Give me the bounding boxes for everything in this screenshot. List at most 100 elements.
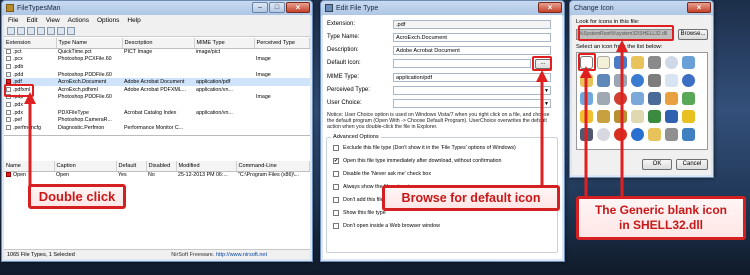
table-row[interactable]: .pcx Photoshop.PCXFile.60 Image	[4, 56, 310, 64]
description-row: Description: Adobe Acrobat Document	[327, 46, 558, 55]
file-icon	[6, 109, 11, 115]
menu-edit[interactable]: Edit	[26, 17, 37, 24]
cell-mime: application/vn...	[196, 86, 233, 93]
table-row[interactable]: .pdd Photoshop.PDDFile.60 Image	[4, 71, 310, 79]
edit-dialog-title: Edit File Type	[336, 4, 379, 12]
change-icon-close-button[interactable]: ×	[687, 2, 711, 13]
checkbox[interactable]	[333, 184, 339, 190]
find-icon[interactable]	[67, 27, 75, 35]
status-credit: NirSoft Freeware. http://www.nirsoft.net	[171, 252, 267, 258]
col-description[interactable]: Description	[122, 38, 195, 49]
cell-type: QuickTime.pct	[58, 49, 92, 56]
mime-label: MIME Type:	[327, 74, 359, 80]
col-mime-type[interactable]: MIME Type	[194, 38, 255, 49]
extension-field[interactable]: .pdf	[393, 20, 551, 29]
picture-icon[interactable]	[682, 92, 695, 105]
cell-ext: .pct	[13, 49, 22, 56]
col-extension[interactable]: Extension	[4, 38, 57, 49]
pdf-file-icon	[6, 172, 11, 178]
cell-type	[56, 63, 122, 71]
cell-mime	[194, 116, 254, 124]
chart-icon[interactable]	[682, 128, 695, 141]
option-open-after-download[interactable]: ✔ Open this file type immediately after d…	[333, 158, 501, 164]
maximize-button[interactable]: □	[269, 2, 285, 13]
col-perceived-type[interactable]: Perceived Type	[254, 38, 310, 49]
description-field[interactable]: Adobe Acrobat Document	[393, 46, 551, 55]
cell-desc	[122, 101, 194, 109]
checkbox-checked[interactable]: ✔	[333, 158, 339, 164]
table-row[interactable]: .pct QuickTime.pct PICT Image image/pict	[4, 48, 310, 56]
warning-icon[interactable]	[682, 110, 695, 123]
main-window-title: FileTypesMan	[17, 4, 61, 12]
action-cmd: "C:\Program Files (x86)\...	[238, 172, 300, 179]
type-name-field[interactable]: AcroExch.Document	[393, 33, 551, 42]
perceived-label: Perceived Type:	[327, 87, 370, 93]
menu-options[interactable]: Options	[97, 17, 119, 24]
status-bar: 1065 File Types, 1 Selected NirSoft Free…	[4, 249, 310, 259]
cell-perceived	[254, 86, 310, 94]
checkbox[interactable]	[333, 197, 339, 203]
browse-arrow	[536, 70, 548, 188]
refresh-icon[interactable]	[57, 27, 65, 35]
generic-callout-line2: in SHELL32.dll	[618, 218, 703, 232]
cell-desc: Performance Monitor C...	[124, 124, 184, 131]
col-type-name[interactable]: Type Name	[56, 38, 123, 49]
help-icon[interactable]	[682, 74, 695, 87]
delete-icon[interactable]	[37, 27, 45, 35]
cell-type: Diagnostic.Perfmon	[58, 124, 105, 131]
col-caption[interactable]: Caption	[54, 161, 117, 172]
change-icon-browse-button[interactable]: Browse...	[678, 29, 708, 40]
cell-type: Photoshop.PDDFile.60	[58, 71, 112, 78]
browse-default-icon-callout: Browse for default icon	[382, 185, 560, 211]
cell-desc	[122, 94, 194, 102]
menu-file[interactable]: File	[8, 17, 18, 24]
option-show[interactable]: Show this file type	[333, 210, 386, 216]
option-label: Exclude this file type (Don't show it in…	[343, 145, 516, 151]
perceived-select[interactable]: ▼	[393, 86, 551, 95]
close-button[interactable]: ×	[286, 2, 310, 13]
user-choice-select[interactable]: ▼	[393, 99, 551, 108]
nirsoft-link[interactable]: http://www.nirsoft.net	[216, 252, 267, 258]
edit-titlebar[interactable]: Edit File Type	[321, 1, 564, 15]
cell-perceived: Image	[256, 56, 271, 63]
edit-close-button[interactable]: ×	[538, 2, 562, 13]
option-exclude[interactable]: Exclude this file type (Don't show it in…	[333, 145, 516, 151]
save-icon[interactable]	[7, 27, 15, 35]
col-disabled[interactable]: Disabled	[146, 161, 177, 172]
col-default[interactable]: Default	[116, 161, 147, 172]
cell-perceived	[254, 63, 310, 71]
default-icon-row: Default Icon:	[327, 59, 558, 68]
table-row[interactable]: .pdb	[4, 63, 310, 71]
cell-desc: Acrobat Catalog Index	[124, 109, 177, 116]
checkbox[interactable]	[333, 145, 339, 151]
network-icon[interactable]	[682, 56, 695, 69]
option-dont-open-browser[interactable]: Don't open inside a Web browser window	[333, 223, 440, 229]
user-choice-row: User Choice: ▼	[327, 99, 558, 108]
file-icon	[6, 117, 11, 123]
change-icon-cancel-button[interactable]: Cancel	[676, 159, 708, 170]
copy-icon[interactable]	[47, 27, 55, 35]
mime-field[interactable]: application/pdf	[393, 73, 551, 82]
cell-perceived	[254, 124, 310, 132]
checkbox[interactable]	[333, 210, 339, 216]
file-icon	[6, 56, 11, 62]
col-command-line[interactable]: Command-Line	[236, 161, 310, 172]
properties-icon[interactable]	[17, 27, 25, 35]
menu-actions[interactable]: Actions	[68, 17, 89, 24]
default-icon-field[interactable]	[393, 59, 531, 68]
menu-view[interactable]: View	[46, 17, 60, 24]
new-icon[interactable]	[27, 27, 35, 35]
file-icon	[6, 102, 11, 108]
col-modified[interactable]: Modified	[176, 161, 237, 172]
edit-dialog-icon	[325, 4, 333, 12]
table-row-selected[interactable]: .pdf AcroExch.Document Adobe Acrobat Docum…	[4, 78, 310, 86]
option-disable-never-ask[interactable]: Disable the 'Never ask me' check box	[333, 171, 431, 177]
checkbox[interactable]	[333, 223, 339, 229]
toolbar	[4, 26, 310, 37]
minimize-button[interactable]: –	[252, 2, 268, 13]
extension-row: Extension: .pdf	[327, 20, 558, 29]
menu-help[interactable]: Help	[127, 17, 140, 24]
option-label: Open this file type immediately after do…	[343, 158, 502, 164]
cell-mime	[194, 94, 254, 102]
checkbox[interactable]	[333, 171, 339, 177]
